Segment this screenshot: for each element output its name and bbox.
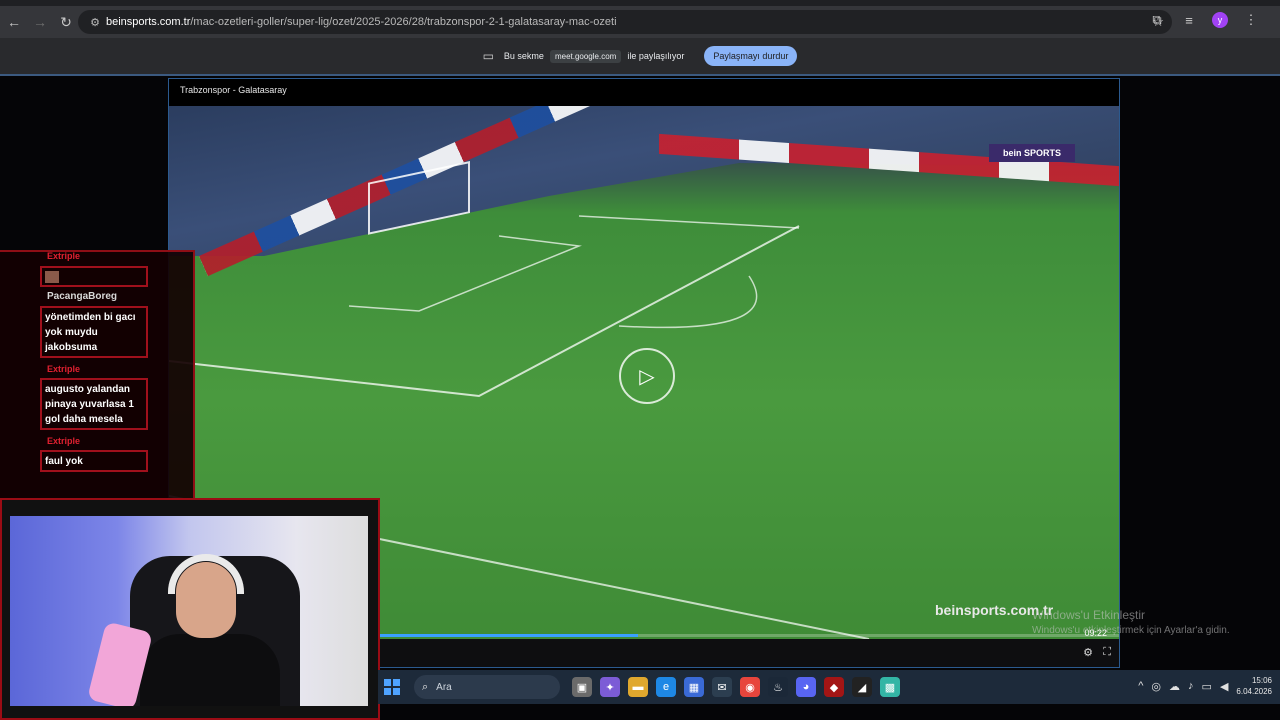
progress-fill <box>379 634 638 637</box>
chat-username: Extriple <box>47 436 81 446</box>
url-text[interactable]: beinsports.com.tr/mac-ozetleri-goller/su… <box>106 16 617 28</box>
share-prefix: Bu sekme <box>503 51 544 61</box>
browser-toolbar: ← → ↻ ⚙ beinsports.com.tr/mac-ozetleri-g… <box>0 6 1280 38</box>
chat-username: Extriple <box>47 364 81 374</box>
screen-share-icon: ▭ <box>482 49 494 63</box>
store-icon[interactable]: ▦ <box>684 677 704 697</box>
task-view-icon[interactable]: ▣ <box>572 677 592 697</box>
clock-time: 15:06 <box>1251 676 1272 685</box>
webcam-overlay <box>0 498 380 720</box>
activation-subtitle: Windows'u etkinleştirmek için Ayarlar'a … <box>1032 625 1230 636</box>
site-info-icon[interactable]: ⚙ <box>84 16 106 29</box>
extensions-icon[interactable]: ⧉ <box>1148 12 1166 28</box>
copilot-icon[interactable]: ✦ <box>600 677 620 697</box>
discord-icon[interactable]: ◕ <box>796 677 816 697</box>
mail-icon[interactable]: ✉ <box>712 677 732 697</box>
clock-date: 6.04.2026 <box>1236 687 1272 696</box>
activation-title: Windows'u Etkinleştir <box>1032 608 1145 622</box>
chat-overlay: Extriple PacangaBoreg yönetimden bi gacı… <box>0 250 195 498</box>
chrome-icon[interactable]: ◉ <box>740 677 760 697</box>
mic-icon[interactable]: ♪ <box>1188 680 1194 692</box>
forward-icon[interactable]: → <box>28 10 52 34</box>
webcam-feed <box>10 516 368 706</box>
progress-bar[interactable] <box>379 634 1119 637</box>
app-icon[interactable]: ▩ <box>880 677 900 697</box>
play-icon: ▷ <box>639 365 655 388</box>
cloud-icon[interactable]: ☁ <box>1169 680 1180 693</box>
system-clock[interactable]: 15:06 6.04.2026 <box>1236 675 1272 697</box>
play-button[interactable]: ▷ <box>619 348 675 404</box>
edge-icon[interactable]: e <box>656 677 676 697</box>
chat-message <box>40 266 148 287</box>
share-domain: meet.google.com <box>549 49 622 63</box>
emote-icon <box>45 271 59 284</box>
chevron-up-icon[interactable]: ^ <box>1138 680 1143 692</box>
url-path: /mac-ozetleri-goller/super-lig/ozet/2025… <box>190 16 617 28</box>
volume-icon[interactable]: ◀ <box>1220 680 1228 693</box>
url-host: beinsports.com.tr <box>106 16 191 28</box>
network-icon[interactable]: ▭ <box>1202 680 1212 693</box>
share-suffix: ile paylaşılıyor <box>627 51 685 61</box>
tray-app-icon[interactable]: ◎ <box>1151 680 1161 693</box>
search-icon: ⌕ <box>422 680 429 693</box>
back-icon[interactable]: ← <box>2 10 26 34</box>
chat-message: yönetimden bi gacı yok muydu jakobsuma <box>40 306 148 358</box>
reload-icon[interactable]: ↻ <box>54 10 78 34</box>
chat-message: faul yok <box>40 450 148 472</box>
chat-username: Extriple <box>47 251 81 261</box>
file-explorer-icon[interactable]: ▬ <box>628 677 648 697</box>
chat-message: augusto yalandan pinaya yuvarlasa 1 gol … <box>40 378 148 430</box>
windows-activation-watermark: Windows'u Etkinleştir Windows'u etkinleş… <box>1032 608 1230 636</box>
profile-avatar[interactable]: y <box>1212 12 1228 28</box>
streamer-body <box>140 634 280 706</box>
tab-sharing-bar: ▭ Bu sekme meet.google.com ile paylaşılı… <box>0 38 1280 74</box>
menu-icon[interactable]: ⋮ <box>1242 12 1260 28</box>
stop-sharing-button[interactable]: Paylaşmayı durdur <box>704 46 798 66</box>
start-button[interactable] <box>384 679 400 695</box>
antivirus-icon[interactable]: ◆ <box>824 677 844 697</box>
address-bar[interactable]: ⚙ beinsports.com.tr/mac-ozetleri-goller/… <box>78 10 1172 34</box>
media-control-icon[interactable]: ≡ <box>1180 13 1198 28</box>
video-title: Trabzonspor - Galatasaray <box>180 85 287 95</box>
chat-username: PacangaBoreg <box>47 291 118 302</box>
taskbar-search[interactable]: ⌕ Ara <box>414 675 560 699</box>
settings-gear-icon[interactable]: ⚙ <box>1083 646 1093 659</box>
obs-icon[interactable]: ◢ <box>852 677 872 697</box>
windows-taskbar: ⌕ Ara ▣ ✦ ▬ e ▦ ✉ ◉ ♨ ◕ ◆ ◢ ▩ ^ ◎ ☁ ♪ ▭ … <box>378 670 1280 704</box>
steam-icon[interactable]: ♨ <box>768 677 788 697</box>
search-placeholder: Ara <box>436 681 452 693</box>
fullscreen-icon[interactable]: ⛶ <box>1103 646 1111 659</box>
broadcaster-badge: bein SPORTS <box>989 144 1075 162</box>
